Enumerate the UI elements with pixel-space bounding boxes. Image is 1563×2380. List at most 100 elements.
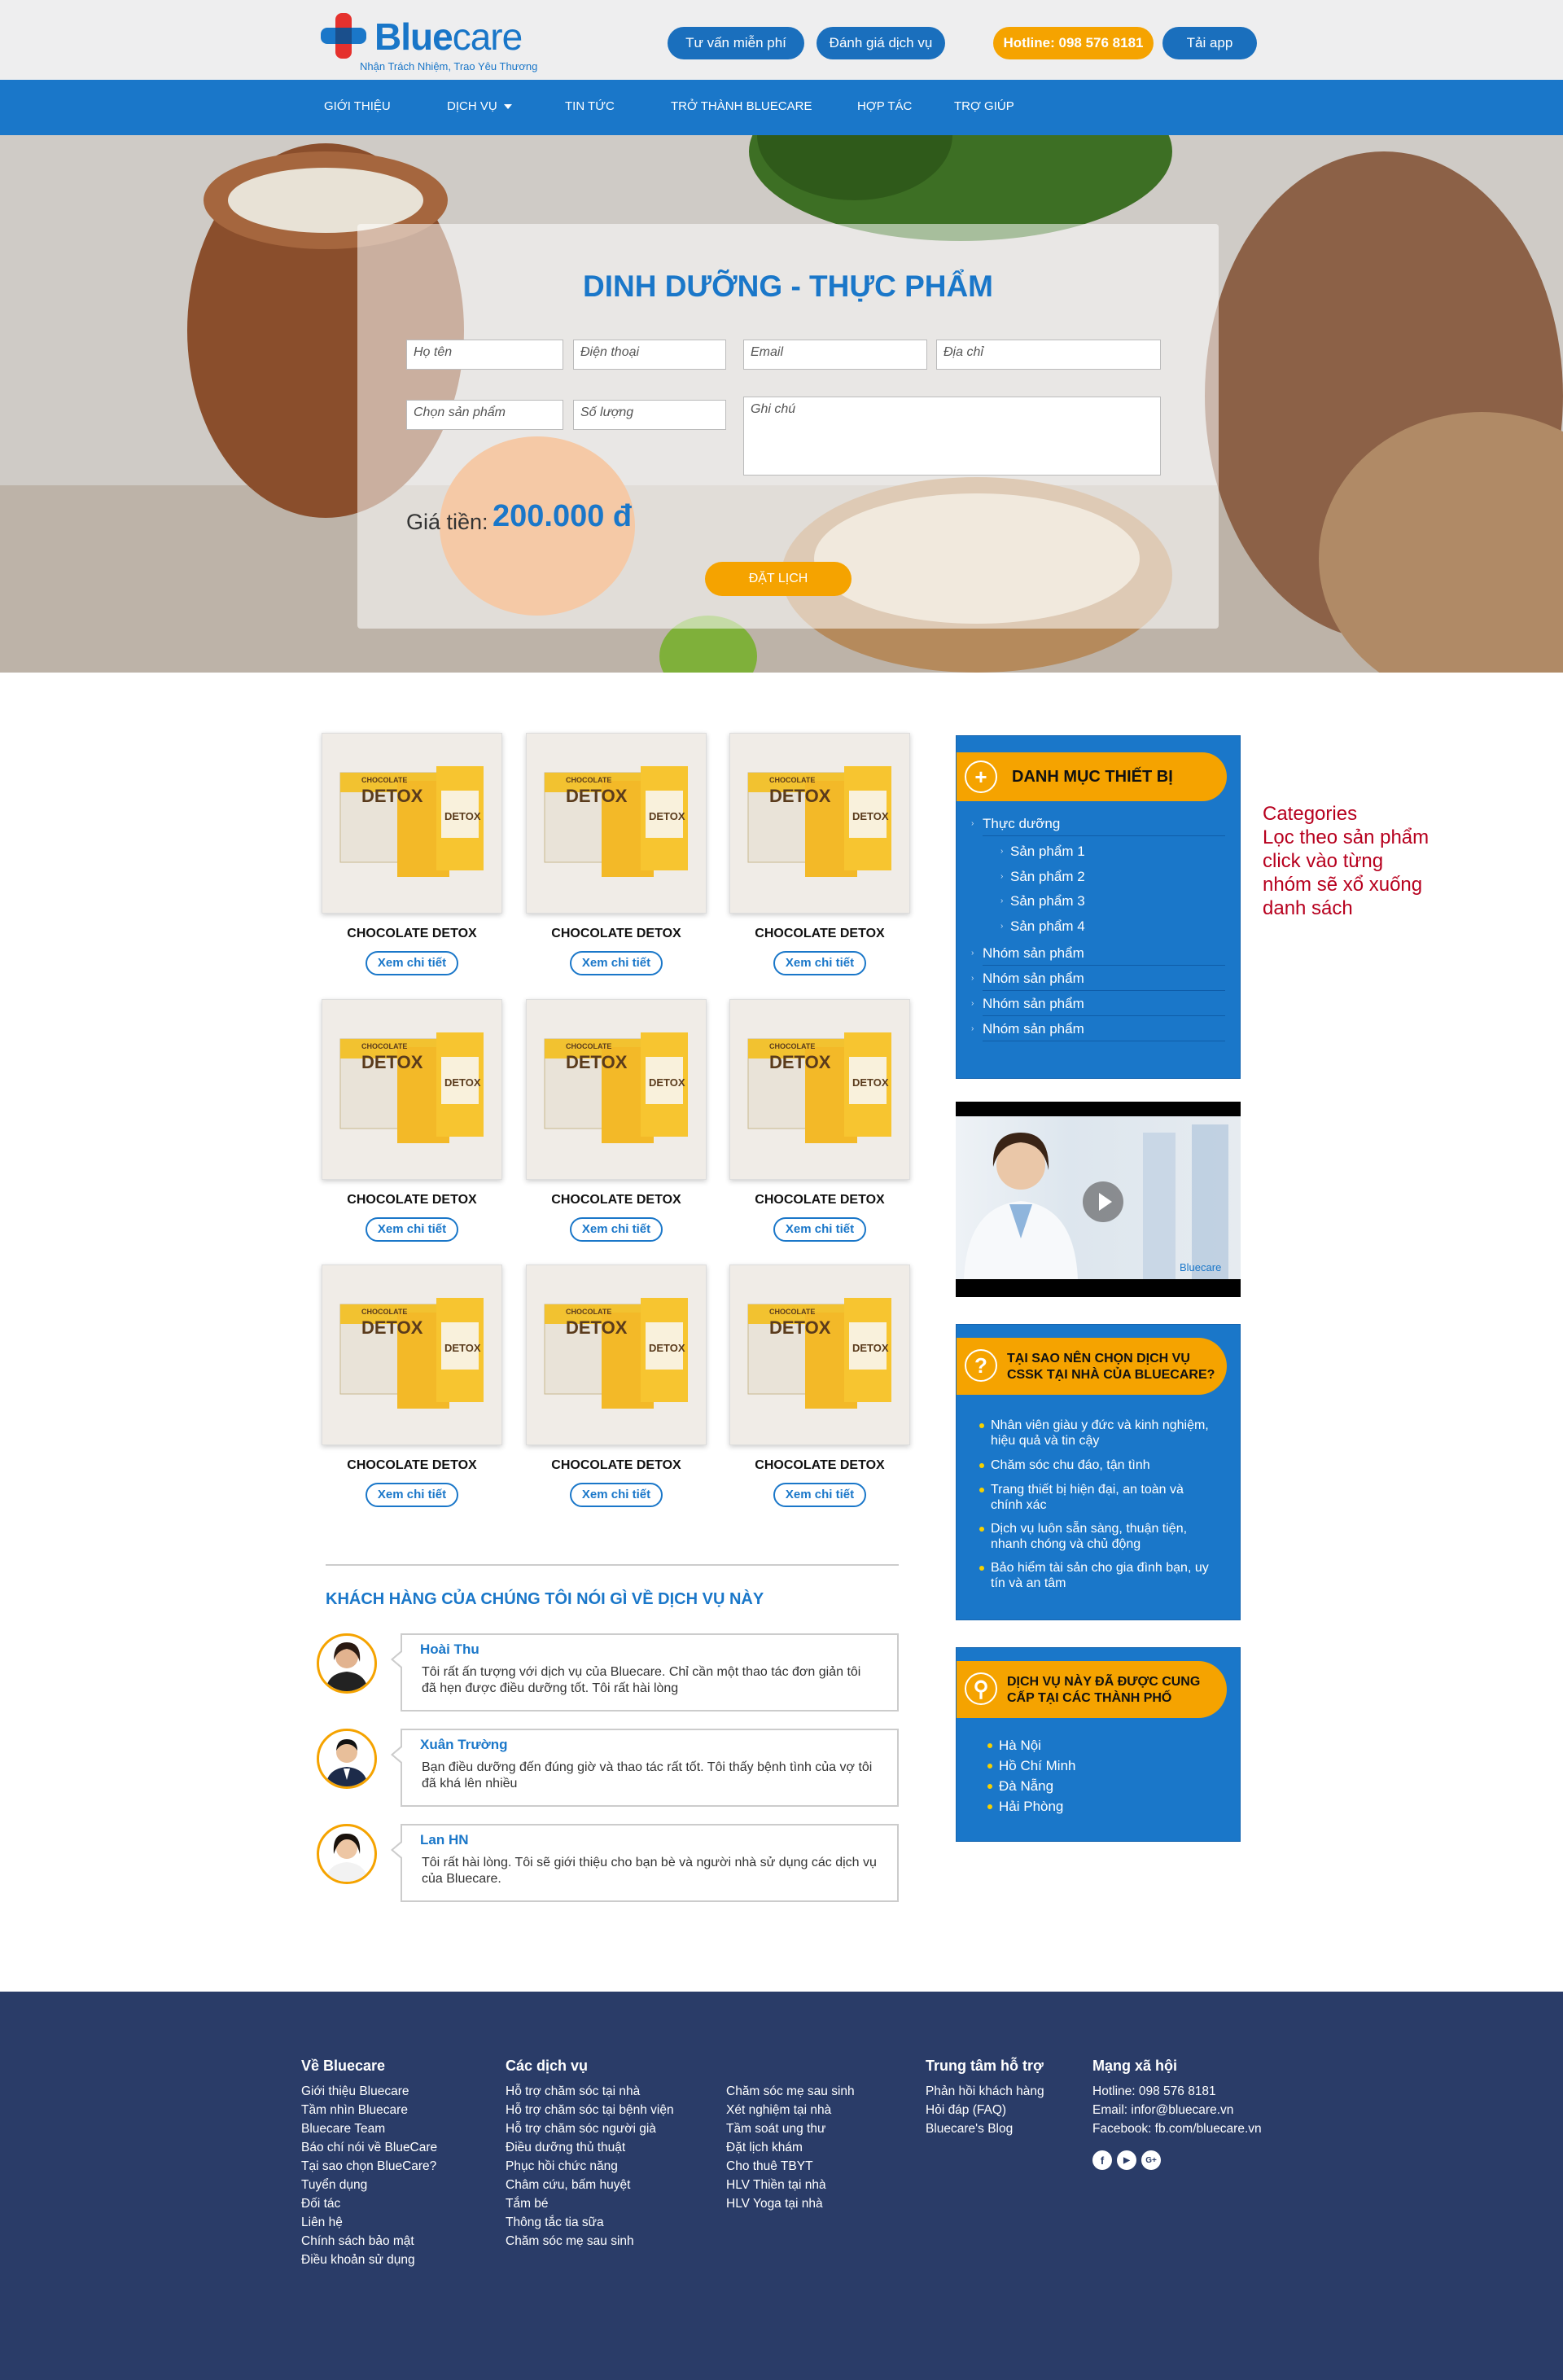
nav-item-help[interactable]: TRỢ GIÚP [954, 99, 1014, 113]
footer-link[interactable]: Tầm nhìn Bluecare [301, 2103, 408, 2118]
product-card[interactable]: CHOCOLATE DETOX DETOX CHOCOLATE DETOX Xem ch… [729, 999, 910, 1242]
footer-link[interactable]: Xét nghiệm tại nhà [726, 2103, 831, 2118]
box-brand-small: CHOCOLATE [769, 776, 816, 784]
product-image[interactable]: CHOCOLATE DETOX DETOX [729, 1265, 910, 1445]
footer-link[interactable]: Thông tắc tia sữa [506, 2216, 604, 2230]
subcategory-item[interactable]: › Sản phẩm 2 [1000, 869, 1085, 885]
subcategory-label: Sản phẩm 3 [1010, 893, 1085, 909]
footer-link[interactable]: Đối tác [301, 2197, 340, 2211]
name-field[interactable]: Họ tên [406, 340, 563, 370]
view-details-button[interactable]: Xem chi tiết [366, 951, 458, 975]
footer-link[interactable]: Bluecare Team [301, 2122, 385, 2137]
footer-link[interactable]: Chăm sóc mẹ sau sinh [506, 2234, 634, 2249]
footer-link[interactable]: Đặt lịch khám [726, 2141, 803, 2155]
footer-link[interactable]: Hỗ trợ chăm sóc tại bệnh viện [506, 2103, 674, 2118]
footer-link[interactable]: Phản hồi khách hàng [926, 2084, 1044, 2099]
footer-link[interactable]: Bluecare's Blog [926, 2122, 1013, 2137]
footer-link[interactable]: Tuyển dụng [301, 2178, 367, 2193]
rate-service-button[interactable]: Đánh giá dịch vụ [817, 27, 945, 59]
view-details-button[interactable]: Xem chi tiết [570, 951, 663, 975]
footer-link[interactable]: Chăm sóc mẹ sau sinh [726, 2084, 855, 2099]
product-card[interactable]: CHOCOLATE DETOX DETOX CHOCOLATE DETOX Xem ch… [729, 1265, 910, 1507]
nav-item-news[interactable]: TIN TỨC [565, 99, 615, 113]
quantity-field[interactable]: Số lượng [573, 400, 726, 430]
video-player[interactable]: Bluecare [956, 1102, 1241, 1297]
nav-item-about[interactable]: GIỚI THIỆU [324, 99, 391, 113]
footer-link[interactable]: Hotline: 098 576 8181 [1092, 2084, 1216, 2099]
download-app-button[interactable]: Tải app [1162, 27, 1257, 59]
footer-link[interactable]: Điều dưỡng thủ thuật [506, 2141, 625, 2155]
product-card[interactable]: CHOCOLATE DETOX DETOX CHOCOLATE DETOX Xem ch… [526, 1265, 707, 1507]
product-image[interactable]: CHOCOLATE DETOX DETOX [526, 1265, 707, 1445]
view-details-button[interactable]: Xem chi tiết [570, 1483, 663, 1507]
product-image[interactable]: CHOCOLATE DETOX DETOX [322, 733, 502, 914]
footer-link[interactable]: Tầm soát ung thư [726, 2122, 825, 2137]
view-details-button[interactable]: Xem chi tiết [773, 1217, 866, 1242]
subcategory-item[interactable]: › Sản phẩm 1 [1000, 844, 1085, 860]
footer-link[interactable]: Hỗ trợ chăm sóc tại nhà [506, 2084, 640, 2099]
product-image[interactable]: CHOCOLATE DETOX DETOX [322, 999, 502, 1180]
footer-link[interactable]: Tắm bé [506, 2197, 549, 2211]
footer-link[interactable]: HLV Thiền tại nhà [726, 2178, 826, 2193]
product-image[interactable]: CHOCOLATE DETOX DETOX [526, 733, 707, 914]
view-details-button[interactable]: Xem chi tiết [570, 1217, 663, 1242]
category-group[interactable]: › Nhóm sản phẩm [971, 945, 1225, 966]
nav-item-become-bluecare[interactable]: TRỞ THÀNH BLUECARE [671, 99, 812, 113]
footer-link[interactable]: HLV Yoga tại nhà [726, 2197, 823, 2211]
view-details-button[interactable]: Xem chi tiết [366, 1483, 458, 1507]
view-details-button[interactable]: Xem chi tiết [773, 951, 866, 975]
facebook-icon[interactable]: f [1092, 2150, 1112, 2170]
free-consult-button[interactable]: Tư vấn miễn phí [668, 27, 804, 59]
box-brand-small: CHOCOLATE [566, 1308, 612, 1316]
nav-item-services[interactable]: DỊCH VỤ [447, 99, 512, 113]
book-button[interactable]: ĐẶT LỊCH [705, 562, 852, 596]
product-card[interactable]: CHOCOLATE DETOX DETOX CHOCOLATE DETOX Xem ch… [526, 999, 707, 1242]
subcategory-label: Sản phẩm 1 [1010, 844, 1085, 859]
hotline-button[interactable]: Hotline: 098 576 8181 [993, 27, 1154, 59]
product-card[interactable]: CHOCOLATE DETOX DETOX CHOCOLATE DETOX Xem ch… [322, 733, 502, 975]
footer-link[interactable]: Tại sao chọn BlueCare? [301, 2159, 436, 2174]
play-icon[interactable] [1083, 1181, 1123, 1222]
footer-link[interactable]: Chính sách bảo mật [301, 2234, 414, 2249]
product-image[interactable]: CHOCOLATE DETOX DETOX [729, 733, 910, 914]
category-group[interactable]: › Thực dưỡng [971, 816, 1225, 836]
footer-link[interactable]: Hỗ trợ chăm sóc người già [506, 2122, 656, 2137]
view-details-button[interactable]: Xem chi tiết [773, 1483, 866, 1507]
footer-link[interactable]: Phục hồi chức năng [506, 2159, 618, 2174]
product-card[interactable]: CHOCOLATE DETOX DETOX CHOCOLATE DETOX Xem ch… [526, 733, 707, 975]
phone-field[interactable]: Điện thoại [573, 340, 726, 370]
email-field[interactable]: Email [743, 340, 927, 370]
product-image[interactable]: CHOCOLATE DETOX DETOX [526, 999, 707, 1180]
product-image[interactable]: CHOCOLATE DETOX DETOX [322, 1265, 502, 1445]
note-textarea[interactable]: Ghi chú [743, 397, 1161, 476]
category-group[interactable]: › Nhóm sản phẩm [971, 971, 1225, 991]
chevron-right-icon: › [971, 949, 974, 958]
product-card[interactable]: CHOCOLATE DETOX DETOX CHOCOLATE DETOX Xem ch… [322, 999, 502, 1242]
subcategory-item[interactable]: › Sản phẩm 3 [1000, 893, 1085, 909]
footer-link[interactable]: Báo chí nói về BlueCare [301, 2141, 437, 2155]
product-select[interactable]: Chọn sản phẩm [406, 400, 563, 430]
annotation-line: click vào từng [1263, 850, 1384, 872]
footer-link[interactable]: Facebook: fb.com/bluecare.vn [1092, 2122, 1262, 2137]
subcategory-item[interactable]: › Sản phẩm 4 [1000, 918, 1085, 935]
box-brand-big: DETOX [852, 810, 889, 822]
nav-item-partner[interactable]: HỢP TÁC [857, 99, 912, 113]
footer-link[interactable]: Hỏi đáp (FAQ) [926, 2103, 1006, 2118]
category-group[interactable]: › Nhóm sản phẩm [971, 996, 1225, 1016]
product-card[interactable]: CHOCOLATE DETOX DETOX CHOCOLATE DETOX Xem ch… [729, 733, 910, 975]
footer-link[interactable]: Điều khoản sử dụng [301, 2253, 415, 2268]
product-image[interactable]: CHOCOLATE DETOX DETOX [729, 999, 910, 1180]
product-card[interactable]: CHOCOLATE DETOX DETOX CHOCOLATE DETOX Xem ch… [322, 1265, 502, 1507]
footer-link[interactable]: Liên hệ [301, 2216, 343, 2230]
footer-link[interactable]: Châm cứu, bấm huyệt [506, 2178, 630, 2193]
youtube-icon[interactable]: ▶ [1117, 2150, 1136, 2170]
footer-link[interactable]: Giới thiệu Bluecare [301, 2084, 409, 2099]
view-details-button[interactable]: Xem chi tiết [366, 1217, 458, 1242]
logo-slogan: Nhận Trách Nhiệm, Trao Yêu Thương [360, 60, 538, 72]
footer-link[interactable]: Cho thuê TBYT [726, 2159, 813, 2174]
footer-link[interactable]: Email: infor@bluecare.vn [1092, 2103, 1233, 2118]
logo[interactable]: Bluecare Nhận Trách Nhiệm, Trao Yêu Thươ… [317, 10, 537, 73]
google-plus-icon[interactable]: G+ [1141, 2150, 1161, 2170]
category-group[interactable]: › Nhóm sản phẩm [971, 1021, 1225, 1041]
address-field[interactable]: Địa chỉ [936, 340, 1161, 370]
